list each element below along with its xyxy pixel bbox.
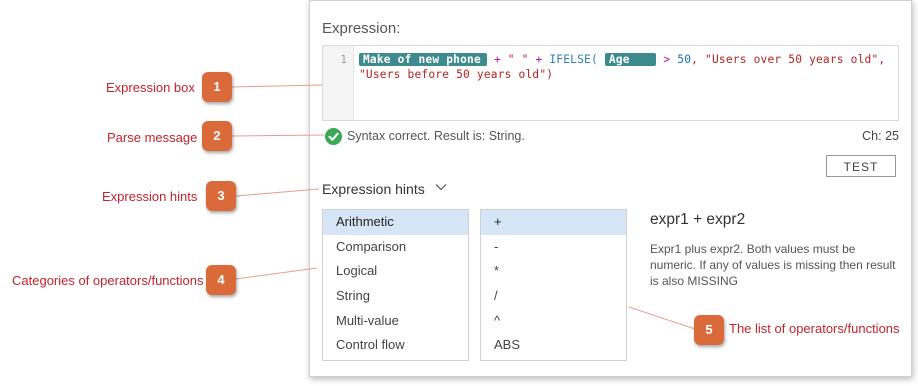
leader-line-3	[235, 188, 320, 197]
leader-line-4	[235, 267, 318, 280]
callout-label-expression-hints: Expression hints	[102, 189, 198, 204]
callout-badge-5: 5	[694, 315, 724, 345]
callout-badge-1: 1	[202, 72, 232, 102]
callout-label-categories: Categories of operators/functions	[12, 273, 204, 288]
leader-line-5	[628, 306, 696, 330]
callout-label-parse-message: Parse message	[107, 130, 198, 145]
callout-badge-3: 3	[206, 181, 236, 211]
leader-line-1	[231, 84, 323, 88]
callout-badge-2: 2	[202, 121, 232, 151]
callout-label-expression-box: Expression box	[106, 80, 195, 95]
callout-label-operator-list: The list of operators/functions	[729, 321, 900, 336]
leader-line-2	[231, 134, 325, 137]
callout-badge-4: 4	[206, 265, 236, 295]
